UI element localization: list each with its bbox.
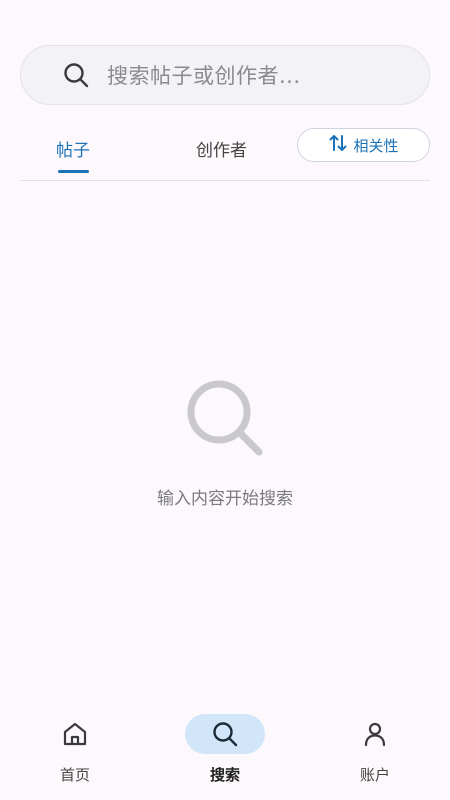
search-placeholder: 搜索帖子或创作者... (107, 64, 301, 88)
nav-search-pill (185, 714, 265, 754)
home-icon (63, 722, 87, 746)
search-icon (187, 380, 263, 456)
sort-button[interactable]: 相关性 (297, 128, 430, 162)
tab-creators-label: 创作者 (196, 141, 247, 161)
sort-arrows-icon (328, 133, 348, 157)
tab-creators[interactable]: 创作者 (196, 136, 247, 161)
nav-home-pill (35, 714, 115, 754)
nav-home[interactable]: 首页 (25, 714, 125, 785)
nav-account[interactable]: 账户 (325, 714, 425, 785)
search-input[interactable]: 搜索帖子或创作者... (20, 45, 430, 105)
tab-posts[interactable]: 帖子 (56, 136, 90, 173)
nav-account-pill (335, 714, 415, 754)
empty-state-message: 输入内容开始搜索 (157, 489, 293, 509)
search-icon (213, 722, 238, 747)
nav-search[interactable]: 搜索 (175, 714, 275, 785)
result-tabs: 帖子 创作者 相关性 (20, 126, 430, 181)
bottom-navigation: 首页 搜索 账户 (0, 700, 450, 800)
active-tab-indicator (58, 170, 89, 173)
nav-home-label: 首页 (59, 766, 90, 784)
nav-account-label: 账户 (359, 766, 390, 784)
nav-search-label: 搜索 (209, 766, 240, 784)
sort-label: 相关性 (353, 136, 399, 155)
person-icon (364, 722, 386, 747)
empty-state: 输入内容开始搜索 (0, 378, 450, 509)
tab-posts-label: 帖子 (56, 141, 90, 161)
search-icon (61, 60, 91, 90)
